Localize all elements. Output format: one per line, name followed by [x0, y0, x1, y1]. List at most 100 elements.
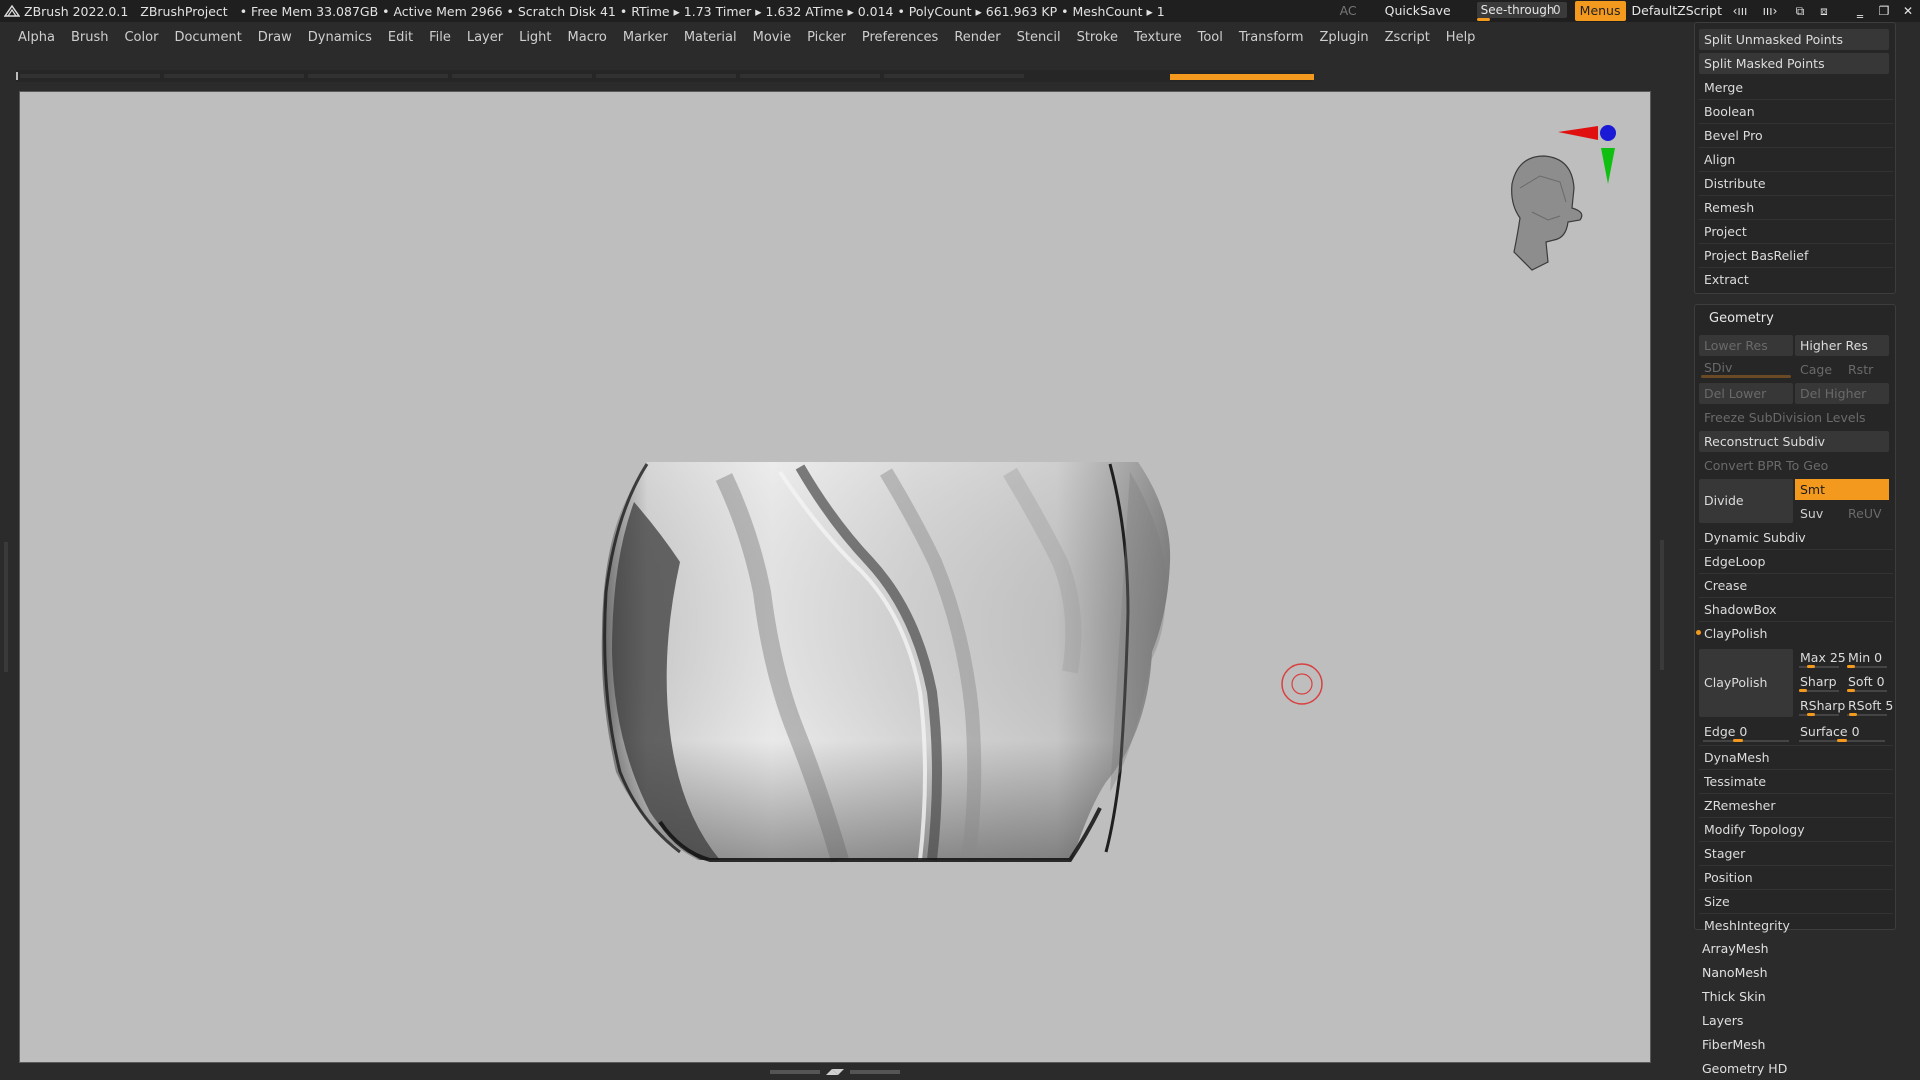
nanomesh-section[interactable]: NanoMesh: [1702, 962, 1768, 983]
layout-icon[interactable]: ⧉: [1788, 0, 1812, 22]
scroll-left-icon[interactable]: ‹ııı: [1728, 0, 1752, 22]
max-knob[interactable]: [1807, 665, 1815, 668]
edge-knob[interactable]: [1733, 739, 1743, 742]
position-subpalette[interactable]: Position: [1699, 867, 1889, 888]
claypolish-subpalette[interactable]: ClayPolish: [1699, 623, 1889, 644]
project-subpalette[interactable]: Project: [1699, 221, 1889, 242]
see-through-slider[interactable]: See-through 0: [1476, 0, 1567, 22]
del-higher-button[interactable]: Del Higher: [1795, 383, 1889, 404]
rsoft-knob[interactable]: [1849, 713, 1857, 716]
bottom-tray-handle[interactable]: [770, 1068, 900, 1076]
menu-layer[interactable]: Layer: [467, 30, 503, 45]
menu-tool[interactable]: Tool: [1198, 30, 1223, 45]
left-tray-handle[interactable]: [4, 542, 8, 672]
merge-subpalette[interactable]: Merge: [1699, 77, 1889, 98]
size-subpalette[interactable]: Size: [1699, 891, 1889, 912]
rsharp-knob[interactable]: [1807, 713, 1815, 716]
geometry-title[interactable]: Geometry: [1709, 311, 1774, 326]
max-slider[interactable]: Max 25: [1795, 647, 1846, 668]
right-tray-handle[interactable]: [1660, 540, 1664, 670]
minimize-icon[interactable]: ‗: [1848, 0, 1872, 22]
bevel-pro-subpalette[interactable]: Bevel Pro: [1699, 125, 1889, 146]
scroll-right-icon[interactable]: ııı›: [1758, 0, 1782, 22]
menu-file[interactable]: File: [429, 30, 451, 45]
freeze-subdivision-button[interactable]: Freeze SubDivision Levels: [1699, 407, 1889, 428]
arraymesh-section[interactable]: ArrayMesh: [1702, 938, 1769, 959]
suv-toggle[interactable]: Suv: [1795, 503, 1841, 524]
split-unmasked-button[interactable]: Split Unmasked Points: [1699, 29, 1889, 50]
menu-render[interactable]: Render: [954, 30, 1000, 45]
rsharp-slider[interactable]: RSharp: [1795, 695, 1845, 716]
menu-stroke[interactable]: Stroke: [1077, 30, 1118, 45]
surface-knob[interactable]: [1837, 739, 1847, 742]
menu-light[interactable]: Light: [519, 30, 551, 45]
navigation-gizmo[interactable]: [1511, 125, 1616, 271]
default-zscript-button[interactable]: DefaultZScript: [1632, 0, 1729, 22]
timeline-strip[interactable]: [16, 70, 1314, 82]
soft-knob[interactable]: [1847, 689, 1855, 692]
menus-toggle-button[interactable]: Menus: [1574, 1, 1626, 21]
extract-subpalette[interactable]: Extract: [1699, 269, 1889, 290]
meshintegrity-subpalette[interactable]: MeshIntegrity: [1699, 915, 1889, 936]
reuv-button[interactable]: ReUV: [1843, 503, 1889, 524]
menu-movie[interactable]: Movie: [753, 30, 791, 45]
reconstruct-subdiv-button[interactable]: Reconstruct Subdiv: [1699, 431, 1889, 452]
menu-color[interactable]: Color: [124, 30, 158, 45]
convert-bpr-button[interactable]: Convert BPR To Geo: [1699, 455, 1889, 476]
ac-button[interactable]: AC: [1334, 0, 1363, 22]
thick-skin-section[interactable]: Thick Skin: [1702, 986, 1766, 1007]
menu-transform[interactable]: Transform: [1239, 30, 1304, 45]
sculpt-mesh[interactable]: [601, 462, 1171, 863]
crease-subpalette[interactable]: Crease: [1699, 575, 1889, 596]
sdiv-slider[interactable]: [1701, 375, 1791, 378]
menu-zscript[interactable]: Zscript: [1385, 30, 1430, 45]
menu-zplugin[interactable]: Zplugin: [1320, 30, 1369, 45]
x-axis-arrow-icon[interactable]: [1558, 126, 1598, 140]
distribute-subpalette[interactable]: Distribute: [1699, 173, 1889, 194]
modify-topology-subpalette[interactable]: Modify Topology: [1699, 819, 1889, 840]
align-subpalette[interactable]: Align: [1699, 149, 1889, 170]
timeline-active-segment[interactable]: [1170, 74, 1314, 80]
canvas-viewport[interactable]: [19, 91, 1651, 1063]
zremesher-subpalette[interactable]: ZRemesher: [1699, 795, 1889, 816]
z-axis-dot-icon[interactable]: [1600, 125, 1616, 141]
fibermesh-section[interactable]: FiberMesh: [1702, 1034, 1765, 1055]
menu-preferences[interactable]: Preferences: [862, 30, 938, 45]
layers-section[interactable]: Layers: [1702, 1010, 1743, 1031]
tessimate-subpalette[interactable]: Tessimate: [1699, 771, 1889, 792]
menu-texture[interactable]: Texture: [1134, 30, 1182, 45]
split-masked-button[interactable]: Split Masked Points: [1699, 53, 1889, 74]
geometry-hd-section[interactable]: Geometry HD: [1702, 1058, 1787, 1079]
dynamesh-subpalette[interactable]: DynaMesh: [1699, 747, 1889, 768]
menu-stencil[interactable]: Stencil: [1017, 30, 1061, 45]
y-axis-arrow-icon[interactable]: [1601, 148, 1615, 184]
dynamic-subdiv-subpalette[interactable]: Dynamic Subdiv: [1699, 527, 1889, 548]
popup-icon[interactable]: ⧈: [1812, 0, 1836, 22]
shadowbox-subpalette[interactable]: ShadowBox: [1699, 599, 1889, 620]
close-icon[interactable]: ✕: [1896, 0, 1920, 22]
rstr-button[interactable]: Rstr: [1843, 359, 1889, 380]
menu-material[interactable]: Material: [684, 30, 737, 45]
menu-edit[interactable]: Edit: [388, 30, 413, 45]
sharp-knob[interactable]: [1799, 689, 1807, 692]
claypolish-button[interactable]: ClayPolish: [1699, 649, 1793, 717]
stager-subpalette[interactable]: Stager: [1699, 843, 1889, 864]
higher-res-button[interactable]: Higher Res: [1795, 335, 1889, 356]
menu-dynamics[interactable]: Dynamics: [308, 30, 372, 45]
menu-document[interactable]: Document: [174, 30, 241, 45]
lower-res-button[interactable]: Lower Res: [1699, 335, 1793, 356]
menu-brush[interactable]: Brush: [71, 30, 109, 45]
menu-alpha[interactable]: Alpha: [18, 30, 55, 45]
edge-slider[interactable]: Edge 0: [1699, 721, 1793, 742]
menu-help[interactable]: Help: [1446, 30, 1476, 45]
smt-toggle[interactable]: Smt: [1795, 479, 1889, 500]
divide-button[interactable]: Divide: [1699, 479, 1793, 523]
menu-picker[interactable]: Picker: [807, 30, 846, 45]
cage-button[interactable]: Cage: [1795, 359, 1841, 380]
min-knob[interactable]: [1847, 665, 1855, 668]
boolean-subpalette[interactable]: Boolean: [1699, 101, 1889, 122]
remesh-subpalette[interactable]: Remesh: [1699, 197, 1889, 218]
project-basrelief-subpalette[interactable]: Project BasRelief: [1699, 245, 1889, 266]
del-lower-button[interactable]: Del Lower: [1699, 383, 1793, 404]
menu-draw[interactable]: Draw: [258, 30, 292, 45]
